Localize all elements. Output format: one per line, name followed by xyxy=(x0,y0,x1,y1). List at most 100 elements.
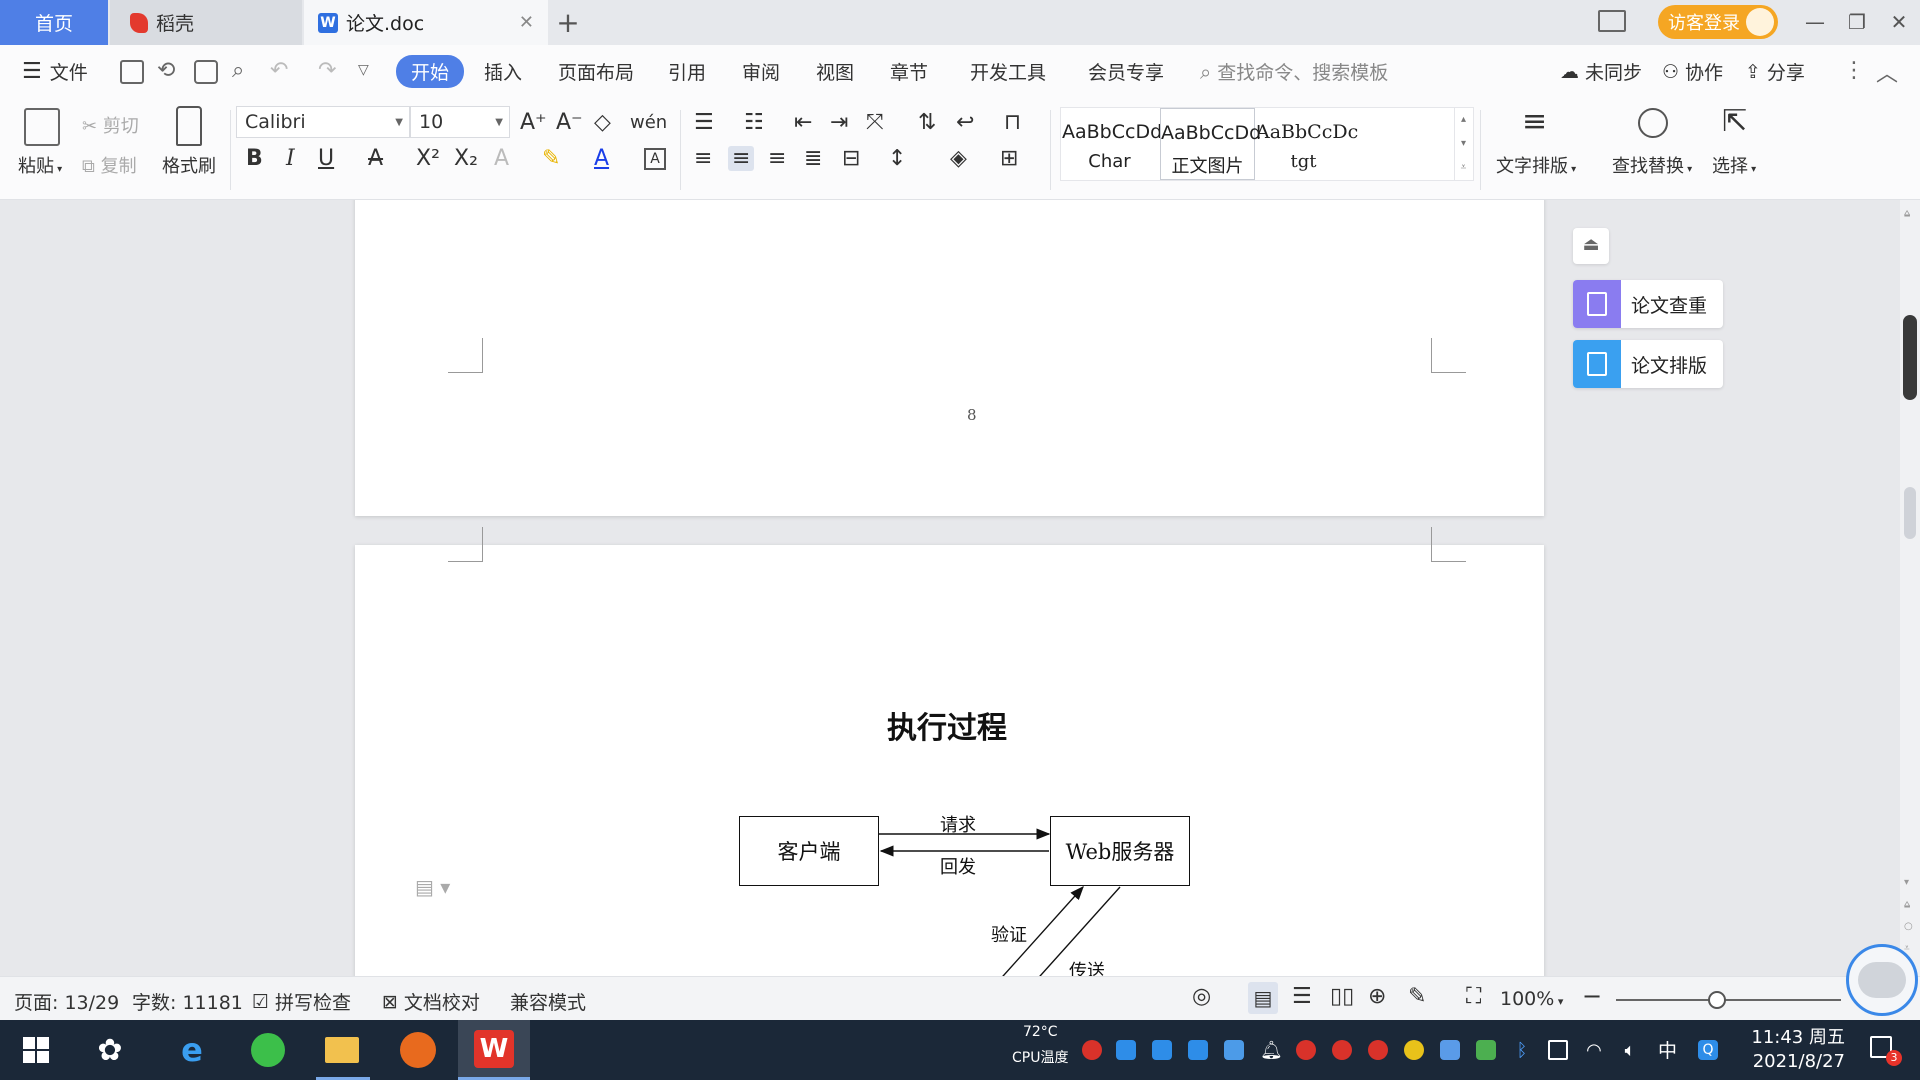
command-search[interactable]: ⌕ 查找命令、搜索模板 xyxy=(1200,58,1388,85)
tab-stop-icon[interactable]: ⊓ xyxy=(1004,110,1021,135)
font-family-select[interactable]: Calibri ▼ xyxy=(236,106,410,138)
cursor-icon[interactable]: ⇱ xyxy=(1722,104,1747,139)
more-icon[interactable]: ⋮ xyxy=(1843,58,1865,83)
ie-browser-icon[interactable]: e xyxy=(172,1030,212,1070)
tray-app-icon[interactable] xyxy=(1440,1040,1460,1060)
assistant-avatar[interactable] xyxy=(1846,944,1918,1016)
customize-quick-access-icon[interactable]: ▽ xyxy=(358,62,369,78)
collab-button[interactable]: ⚇ 协作 xyxy=(1662,58,1723,85)
share-button[interactable]: ⇪ 分享 xyxy=(1745,58,1805,85)
highlight-icon[interactable]: ✎ xyxy=(542,146,560,171)
outline-view-icon[interactable]: ☰ xyxy=(1292,984,1312,1009)
tab-document[interactable]: W 论文.doc ✕ xyxy=(304,0,548,45)
scroll-thumb[interactable] xyxy=(1903,315,1917,400)
document-area[interactable]: 8 执行过程 客户端 Web服务器 请求 回发 验证 传送 ▤ ▾ ⏏ 论文查重… xyxy=(0,200,1900,976)
style-char[interactable]: AaBbCcDd Char xyxy=(1062,108,1162,180)
restore-button[interactable]: ❐ xyxy=(1842,8,1872,36)
minimize-button[interactable]: — xyxy=(1800,8,1830,36)
write-mode-icon[interactable]: ✎ xyxy=(1408,984,1426,1009)
page-indicator[interactable]: 页面: 13/29 xyxy=(14,988,119,1015)
eye-protection-icon[interactable]: ◎ xyxy=(1192,984,1211,1009)
window-mode-icon[interactable] xyxy=(1598,10,1626,32)
sync-button[interactable]: ☁ 未同步 xyxy=(1560,58,1642,85)
thesis-check-button[interactable]: 论文查重 xyxy=(1573,280,1723,328)
shield-icon[interactable] xyxy=(1224,1040,1244,1060)
360-browser-icon[interactable] xyxy=(248,1030,288,1070)
qq-icon[interactable] xyxy=(1296,1040,1316,1060)
align-center-icon[interactable]: ≡ xyxy=(728,146,755,171)
wifi-icon[interactable]: ◠ xyxy=(1584,1040,1604,1061)
page-nav-icons[interactable]: ▾ ⩠ ○ ⩡ xyxy=(1904,872,1913,960)
battery-icon[interactable] xyxy=(1548,1040,1568,1060)
tab-daoke[interactable]: 稻壳 xyxy=(110,0,302,45)
close-window-button[interactable]: ✕ xyxy=(1884,8,1914,36)
menu-review[interactable]: 审阅 xyxy=(742,58,780,85)
distribute-icon[interactable]: ⊟ xyxy=(842,146,860,171)
clock[interactable]: 11:43 周五 2021/8/27 xyxy=(1745,1026,1845,1074)
tray-app-icon[interactable] xyxy=(1152,1040,1172,1060)
menu-view[interactable]: 视图 xyxy=(816,58,854,85)
subscript-icon[interactable]: X₂ xyxy=(454,146,478,171)
page-view-icon[interactable]: ▤ xyxy=(1248,982,1278,1014)
sort-icon[interactable]: ⇅ xyxy=(918,110,936,135)
thesis-layout-button[interactable]: 论文排版 xyxy=(1573,340,1723,388)
pinwheel-app-icon[interactable]: ✿ xyxy=(90,1030,130,1070)
scroll-up-icon[interactable]: ⩠ xyxy=(1904,208,1910,219)
spell-check-button[interactable]: ☑ 拼写检查 xyxy=(252,988,351,1015)
paste-options-icon[interactable]: ▤ ▾ xyxy=(415,875,450,899)
char-border-icon[interactable]: A xyxy=(644,148,666,170)
select-button[interactable]: 选择 ▾ xyxy=(1712,152,1756,178)
justify-icon[interactable]: ≣ xyxy=(804,146,822,171)
qq-icon[interactable] xyxy=(1368,1040,1388,1060)
numbered-list-icon[interactable]: ☷ xyxy=(744,110,764,135)
text-layout-button[interactable]: 文字排版 ▾ xyxy=(1496,152,1576,178)
menu-insert[interactable]: 插入 xyxy=(484,58,522,85)
zoom-level[interactable]: 100% ▾ xyxy=(1500,988,1563,1010)
text-effect-icon[interactable]: A xyxy=(494,146,509,171)
print-icon[interactable] xyxy=(194,60,218,84)
align-left-icon[interactable]: ≡ xyxy=(694,146,712,171)
login-button[interactable]: 访客登录 xyxy=(1658,5,1778,39)
format-copy-icon[interactable]: ⟲ xyxy=(157,58,175,83)
tray-app-icon[interactable] xyxy=(1082,1040,1102,1060)
underline-icon[interactable]: U xyxy=(318,146,334,171)
tray-app-icon[interactable] xyxy=(1116,1040,1136,1060)
align-right-icon[interactable]: ≡ xyxy=(768,146,786,171)
find-replace-button[interactable]: 查找替换 ▾ xyxy=(1612,152,1692,178)
increase-indent-icon[interactable]: ⇥ xyxy=(830,110,848,135)
print-preview-icon[interactable]: ⌕ xyxy=(232,58,244,83)
collapse-ribbon-icon[interactable]: ︿ xyxy=(1876,56,1898,88)
file-menu[interactable]: ☰ 文件 xyxy=(22,58,88,85)
menu-start[interactable]: 开始 xyxy=(396,55,465,88)
italic-icon[interactable]: I xyxy=(286,146,295,171)
wps-taskbar-item[interactable]: W xyxy=(458,1020,530,1080)
bell-icon[interactable]: 🔔︎ xyxy=(1260,1040,1283,1061)
menu-member[interactable]: 会员专享 xyxy=(1088,58,1164,85)
cut-button[interactable]: ✂ 剪切 xyxy=(82,112,139,138)
ime-indicator[interactable]: 中 xyxy=(1658,1036,1677,1063)
close-tab-icon[interactable]: ✕ xyxy=(519,12,534,33)
menu-page-layout[interactable]: 页面布局 xyxy=(558,58,634,85)
redo-icon[interactable]: ↷ xyxy=(318,58,336,83)
strikethrough-icon[interactable]: A xyxy=(368,146,383,171)
shrink-font-icon[interactable]: A⁻ xyxy=(556,110,583,135)
bluetooth-icon[interactable]: ᛒ xyxy=(1512,1040,1532,1061)
bold-icon[interactable]: B xyxy=(246,146,263,171)
proofread-button[interactable]: ⊠ 文档校对 xyxy=(382,988,480,1015)
paste-button[interactable]: 粘贴 ▾ xyxy=(18,152,62,178)
file-explorer-icon[interactable] xyxy=(322,1030,362,1070)
menu-developer[interactable]: 开发工具 xyxy=(970,58,1046,85)
tray-app-icon[interactable] xyxy=(1404,1040,1424,1060)
font-color-icon[interactable]: A xyxy=(594,146,609,171)
font-size-select[interactable]: 10 ▼ xyxy=(410,106,510,138)
style-body-image[interactable]: AaBbCcDd 正文图片 xyxy=(1160,108,1261,180)
nvidia-icon[interactable] xyxy=(1476,1040,1496,1060)
save-icon[interactable] xyxy=(120,60,144,84)
zoom-out-button[interactable]: − xyxy=(1582,982,1602,1010)
zoom-slider-track[interactable] xyxy=(1616,999,1841,1001)
reading-view-icon[interactable]: ▯▯ xyxy=(1330,984,1354,1009)
show-marks-icon[interactable]: ↩ xyxy=(956,110,974,135)
menu-chapter[interactable]: 章节 xyxy=(890,58,928,85)
text-layout-icon[interactable]: ≡ xyxy=(1522,104,1547,139)
zoom-slider-thumb[interactable] xyxy=(1708,991,1726,1009)
